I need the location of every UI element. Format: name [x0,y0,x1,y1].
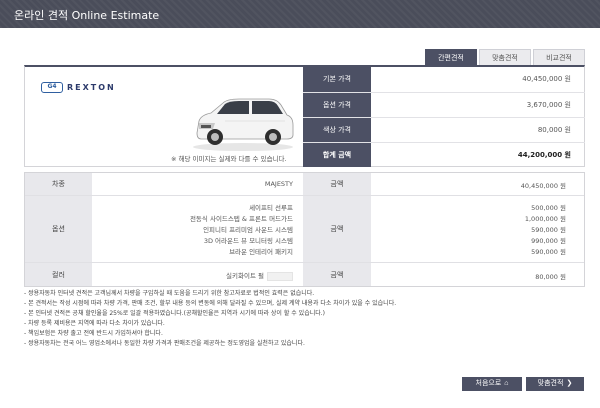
color-amount-cell: 80,000 원 [371,263,584,286]
image-disclaimer: ※ 해당 이미지는 실제와 다를 수 있습니다. [171,155,287,163]
custom-estimate-button[interactable]: 맞춤견적 ❯ [526,377,584,391]
summary-row-options: 옵션 가격 3,670,000 원 [303,92,585,117]
color-cell: 실키화이트 펄 [92,263,303,286]
color-swatch [267,271,293,281]
summary-value: 80,000 원 [537,126,571,134]
estimate-tabs: 간편견적 맞춤견적 비교견적 [423,49,585,65]
estimate-notes: - 쌍용자동차 인터넷 견적은 고객님께서 차량을 구입하실 때 도움을 드리기… [24,289,584,349]
option-price: 1,000,000 원 [524,215,566,223]
logo-badge: G4 [41,81,63,93]
home-button[interactable]: 처음으로 ⌂ [462,377,522,391]
option-price: 590,000 원 [531,248,566,256]
home-button-label: 처음으로 [475,380,502,387]
trim-name: MAJESTY [264,180,293,188]
tab-compare-estimate[interactable]: 비교견적 [533,49,585,65]
detail-row-trim: 차종 MAJESTY 금액 40,450,000 원 [25,173,584,195]
logo-badge-text: G4 [47,83,57,90]
summary-row-color: 색상 가격 80,000 원 [303,117,585,142]
option-name: 브라운 인테리어 패키지 [229,248,293,256]
tab-custom-estimate[interactable]: 맞춤견적 [479,49,531,65]
summary-label: 기본 가격 [303,67,371,92]
color-name-wrap: 실키화이트 펄 [226,270,293,281]
options-amount-label: 금액 [303,196,371,262]
summary-label: 색상 가격 [303,118,371,142]
detail-table: 차종 MAJESTY 금액 40,450,000 원 옵션 세이프티 선루프 전… [24,172,585,287]
option-price: 990,000 원 [531,237,566,245]
summary-label: 옵션 가격 [303,93,371,117]
summary-label: 합계 금액 [303,143,371,167]
color-amount-label: 금액 [303,263,371,286]
logo-wordmark: REXTON [67,82,116,92]
note-item: - 본 견적서는 작성 시점에 따라 차량 가격, 판매 조건, 할부 내용 등… [24,300,397,307]
options-amount-cell: 500,000 원 1,000,000 원 590,000 원 990,000 … [371,196,584,262]
option-name: 세이프티 선루프 [249,204,293,212]
summary-panel: G4 REXTON ※ 해당 이미지는 실제와 다를 수 있습니다. 기본 가격… [24,65,585,167]
trim-amount: 40,450,000 원 [520,182,566,190]
window-title: 온라인 견적 Online Estimate [14,9,160,22]
option-price: 590,000 원 [531,226,566,234]
option-name: 인피니티 프리미엄 사운드 시스템 [203,226,293,234]
trim-cell: MAJESTY [92,173,303,195]
note-item: - 본 인터넷 견적은 공채 할인율을 25%로 일괄 적용하였습니다.(공채할… [24,310,326,317]
summary-value: 3,670,000 원 [526,101,571,109]
option-name: 3D 어라운드 뷰 모니터링 시스템 [203,237,293,245]
note-item: - 쌍용자동차 인터넷 견적은 고객님께서 차량을 구입하실 때 도움을 드리기… [24,290,315,297]
summary-row-base: 기본 가격 40,450,000 원 [303,67,585,92]
trim-amount-label: 금액 [303,173,371,195]
note-item: - 차량 등록 제비용은 지역에 따라 다소 차이가 있습니다. [24,320,165,327]
color-amount: 80,000 원 [535,273,566,281]
color-label: 컬러 [25,263,92,286]
options-label: 옵션 [25,196,92,262]
note-item: - 쌍용자동차는 전국 어느 영업소에서나 동일한 차량 가격과 판매조건을 제… [24,340,305,347]
option-price: 500,000 원 [531,204,566,212]
option-name: 전동식 사이드스텝 & 프론트 머드가드 [189,215,293,223]
detail-row-options: 옵션 세이프티 선루프 전동식 사이드스텝 & 프론트 머드가드 인피니티 프리… [25,195,584,262]
tab-simple-estimate[interactable]: 간편견적 [425,49,477,65]
detail-row-color: 컬러 실키화이트 펄 금액 80,000 원 [25,262,584,286]
chevron-right-icon: ❯ [566,380,573,387]
rexton-logo: G4 REXTON [41,81,116,93]
summary-value: 40,450,000 원 [522,75,571,83]
home-icon: ⌂ [504,380,509,387]
note-item: - 책임보험은 차량 출고 전에 반드시 가입하셔야 합니다. [24,330,163,337]
options-cell: 세이프티 선루프 전동식 사이드스텝 & 프론트 머드가드 인피니티 프리미엄 … [92,196,303,262]
car-image [193,98,294,151]
window-titlebar: 온라인 견적 Online Estimate [0,0,600,28]
custom-estimate-button-label: 맞춤견적 [537,380,564,387]
trim-label: 차종 [25,173,92,195]
summary-total-value: 44,200,000 원 [517,151,571,159]
color-name: 실키화이트 펄 [226,272,264,280]
trim-amount-cell: 40,450,000 원 [371,173,584,195]
summary-row-total: 합계 금액 44,200,000 원 [303,142,585,167]
